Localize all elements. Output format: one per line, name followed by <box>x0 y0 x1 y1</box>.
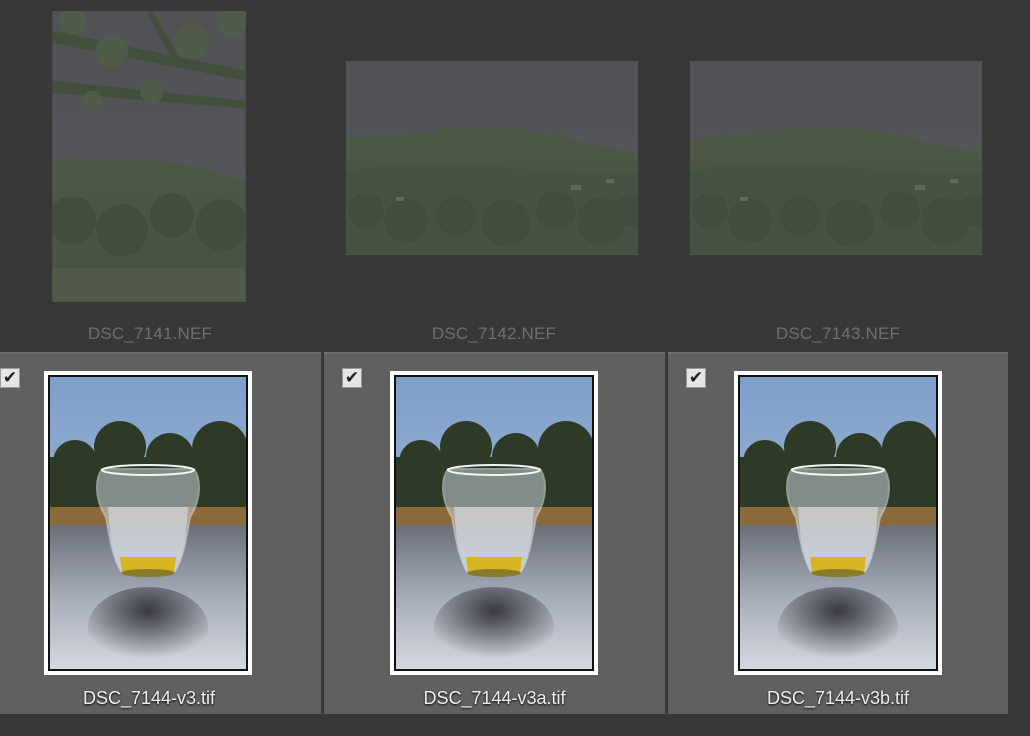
photo-thumbnail[interactable] <box>690 61 982 255</box>
thumbnail-filename: DSC_7144-v3.tif <box>82 688 216 708</box>
photo-thumbnail[interactable] <box>44 371 252 675</box>
filmstrip-bottom-row: ✔ DSC_7144-v3.tif ✔ DSC_7144-v3a.tif ✔ D… <box>0 352 1030 736</box>
photo-thumbnail[interactable] <box>52 11 246 302</box>
grid-cell-selected[interactable]: ✔ DSC_7144-v3.tif <box>0 352 322 714</box>
grid-cell[interactable]: DSC_7142.NEF <box>322 0 666 352</box>
thumbnail-filename: DSC_7144-v3a.tif <box>423 688 566 708</box>
pick-checkbox[interactable]: ✔ <box>686 368 706 388</box>
photo-thumbnail[interactable] <box>734 371 942 675</box>
photo-thumbnail[interactable] <box>390 371 598 675</box>
grid-cell-selected[interactable]: ✔ DSC_7144-v3a.tif <box>324 352 665 714</box>
grid-cell[interactable]: DSC_7141.NEF <box>0 0 300 352</box>
filmstrip-top-row: DSC_7141.NEF DSC_7142.NEF DSC_7143.NEF <box>0 0 1030 352</box>
photo-thumbnail[interactable] <box>346 61 638 255</box>
grid-cell[interactable]: DSC_7143.NEF <box>666 0 1010 352</box>
grid-cell-selected[interactable]: ✔ DSC_7144-v3b.tif <box>668 352 1008 714</box>
thumbnail-filename: DSC_7141.NEF <box>87 324 213 343</box>
thumbnail-filename: DSC_7144-v3b.tif <box>766 688 910 708</box>
pick-checkbox[interactable]: ✔ <box>342 368 362 388</box>
pick-checkbox[interactable]: ✔ <box>0 368 20 388</box>
thumbnail-filename: DSC_7142.NEF <box>431 324 557 343</box>
grid-margin <box>1008 352 1030 736</box>
thumbnail-filename: DSC_7143.NEF <box>775 324 901 343</box>
